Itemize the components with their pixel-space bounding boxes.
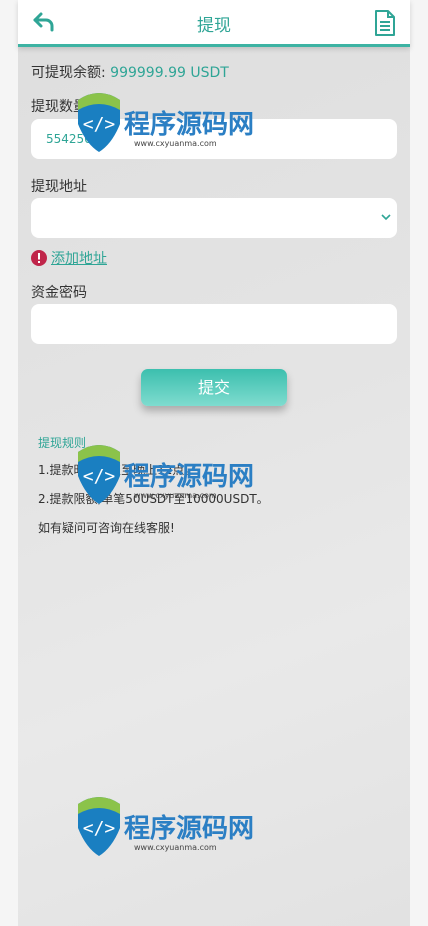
balance-text: 可提现余额: 999999.99 USDT [31, 62, 229, 82]
rules-line: 1.提款时间:9点至晚上12点。 [38, 463, 197, 477]
amount-field[interactable] [31, 119, 397, 159]
watermark-logo: </> 程序源码网 www.cxyuanma.com [78, 797, 254, 856]
address-label: 提现地址 [31, 179, 87, 195]
balance-value: 999999.99 USDT [110, 65, 229, 81]
header-bar: 提现 [18, 0, 410, 47]
page-title: 提现 [197, 16, 231, 36]
balance-label: 可提现余额: [31, 65, 106, 81]
alert-icon [31, 250, 47, 266]
amount-label: 提现数量 [31, 99, 87, 115]
document-icon[interactable] [374, 10, 396, 36]
password-field[interactable] [31, 304, 397, 344]
amount-input[interactable] [31, 119, 397, 159]
password-label: 资金密码 [31, 285, 87, 301]
rules-title: 提现规则 [38, 436, 87, 450]
submit-button[interactable]: 提交 [141, 369, 287, 406]
rules-line: 如有疑问可咨询在线客服! [38, 521, 175, 535]
password-input[interactable] [31, 304, 397, 344]
add-address-row: 添加地址 [31, 248, 107, 268]
add-address-link[interactable]: 添加地址 [51, 248, 107, 268]
withdraw-page: 提现 可提现余额: 999999.99 USDT 提现数量 提现地址 添加地址 … [18, 0, 410, 926]
svg-text:</>: </> [83, 818, 116, 839]
withdraw-rules: 提现规则 1.提款时间:9点至晚上12点。 2.提款限额,单笔50USDT至10… [38, 434, 269, 548]
watermark-text: 程序源码网 [124, 813, 254, 844]
chevron-down-icon [381, 214, 391, 221]
watermark-url: www.cxyuanma.com [134, 843, 217, 852]
rules-line: 2.提款限额,单笔50USDT至10000USDT。 [38, 492, 269, 506]
address-select[interactable] [31, 198, 397, 238]
